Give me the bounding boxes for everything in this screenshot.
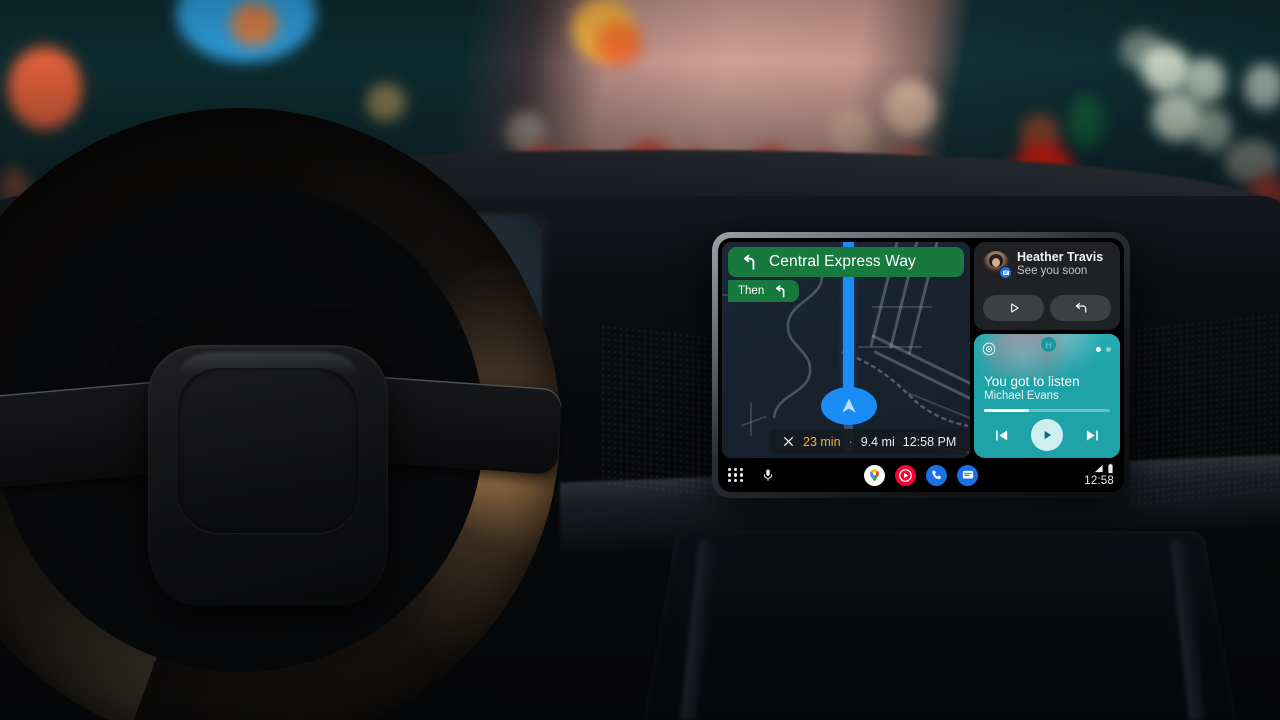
taskbar-clock: 12:58	[1084, 475, 1114, 487]
eta-separator: ·	[848, 434, 853, 449]
maps-app-icon[interactable]	[864, 464, 885, 486]
skip-next-icon[interactable]	[1084, 427, 1101, 444]
center-console	[641, 531, 1239, 720]
message-sender-name: Heather Travis	[1017, 250, 1104, 264]
media-player-card[interactable]: H	[974, 334, 1120, 458]
message-header: Heather Travis See you soon	[983, 250, 1111, 280]
map-road	[750, 402, 752, 436]
navigation-arrow-icon	[821, 387, 877, 425]
turn-left-arrow-icon	[773, 284, 788, 299]
center-display-bezel: Central Express Way Then 23 min · 9.4 mi…	[712, 232, 1130, 498]
media-page-indicator	[1096, 347, 1111, 352]
then-label: Then	[738, 285, 765, 297]
media-play-button[interactable]	[1030, 419, 1063, 451]
taskbar-status: 12:58	[1084, 463, 1114, 487]
next-maneuver-chip[interactable]: Then	[728, 280, 800, 302]
youtube-music-app-icon[interactable]	[895, 464, 916, 486]
play-icon	[1007, 301, 1021, 315]
signal-bars-icon	[1093, 463, 1104, 474]
messages-badge-icon	[999, 266, 1012, 280]
message-actions	[983, 295, 1111, 321]
skip-previous-icon[interactable]	[993, 427, 1010, 444]
maneuver-street-name: Central Express Way	[769, 253, 916, 270]
youtube-music-icon	[982, 342, 996, 361]
avatar	[983, 251, 1012, 280]
media-title: You got to listen	[984, 374, 1080, 389]
taskbar-apps	[718, 458, 1124, 492]
phone-app-icon[interactable]	[926, 464, 947, 486]
media-progress-bar[interactable]	[984, 409, 1110, 412]
taskbar: 12:58	[718, 458, 1124, 492]
media-controls	[974, 419, 1120, 451]
play-icon	[1040, 428, 1054, 442]
microphone-icon[interactable]	[761, 468, 775, 482]
battery-icon	[1107, 463, 1114, 474]
car-cockpit-scene: 100 250 Charging 87% 47.2° 47.0° 8.0% 12…	[0, 0, 1280, 720]
side-panel: Heather Travis See you soon You got to l…	[974, 242, 1120, 458]
turn-left-arrow-icon	[740, 253, 759, 272]
messages-app-icon[interactable]	[957, 464, 978, 486]
message-play-button[interactable]	[983, 295, 1044, 321]
close-icon[interactable]	[782, 435, 795, 448]
speaker-grille-left	[600, 323, 720, 497]
page-dot-active	[1096, 347, 1101, 352]
apps-grid-icon[interactable]	[728, 467, 743, 483]
steering-wheel-highlight	[180, 352, 356, 376]
message-reply-button[interactable]	[1050, 295, 1111, 321]
eta-bar[interactable]: 23 min · 9.4 mi 12:58 PM	[769, 429, 970, 454]
eta-distance: 9.4 mi	[860, 434, 895, 449]
map-pane[interactable]: Central Express Way Then 23 min · 9.4 mi…	[722, 242, 970, 458]
speaker-grille-right	[1130, 312, 1280, 508]
eta-arrival-time: 12:58 PM	[902, 434, 957, 449]
maneuver-banner[interactable]: Central Express Way	[728, 247, 964, 277]
message-preview-text: See you soon	[1017, 265, 1088, 278]
message-notification-card[interactable]: Heather Travis See you soon	[974, 242, 1120, 330]
steering-wheel-hub-inset	[178, 368, 358, 533]
reply-arrow-icon	[1073, 300, 1089, 316]
android-auto-screen: Central Express Way Then 23 min · 9.4 mi…	[718, 238, 1124, 492]
media-artist: Michael Evans	[984, 390, 1059, 402]
eta-duration: 23 min	[803, 434, 841, 449]
page-dot	[1106, 347, 1111, 352]
